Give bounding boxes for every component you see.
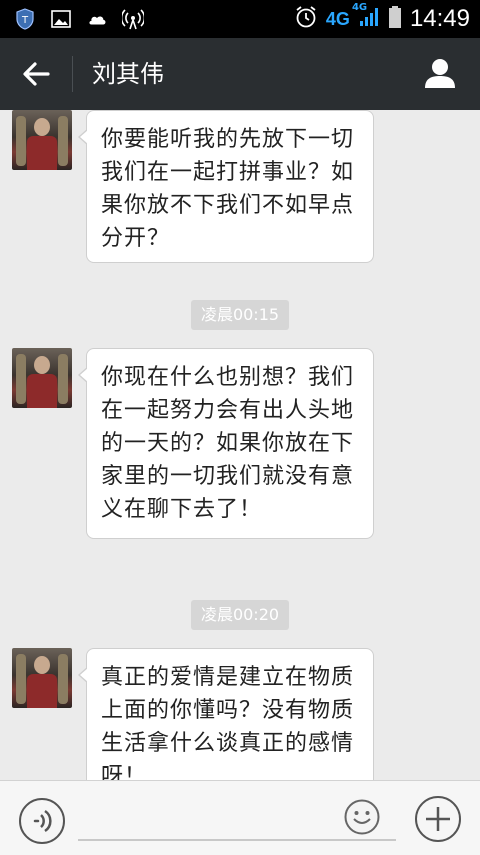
person-icon[interactable] bbox=[422, 55, 458, 91]
message-timestamp: 凌晨00:20 bbox=[191, 600, 289, 630]
message-bubble[interactable]: 你要能听我的先放下一切我们在一起打拼事业？如果你放不下我们不如早点分开？ bbox=[78, 110, 374, 263]
avatar[interactable] bbox=[12, 110, 72, 170]
chat-header: 刘其伟 bbox=[0, 38, 480, 110]
back-arrow-icon[interactable] bbox=[18, 56, 54, 92]
status-bar: T 4G 4G 14:49 bbox=[0, 0, 480, 38]
svg-text:T: T bbox=[21, 15, 29, 26]
alarm-icon bbox=[294, 5, 318, 33]
network-type-small: 4G bbox=[351, 2, 368, 13]
message-bubble[interactable]: 真正的爱情是建立在物质上面的你懂吗？没有物质生活拿什么谈真正的感情呀！ bbox=[78, 648, 374, 780]
avatar[interactable] bbox=[12, 648, 72, 708]
plus-icon[interactable] bbox=[414, 795, 462, 843]
shield-icon: T bbox=[14, 8, 36, 30]
hotspot-icon bbox=[122, 8, 144, 30]
message-bubble[interactable]: 你现在什么也别想？我们在一起努力会有出人头地的一天的？如果你放在下家里的一切我们… bbox=[78, 348, 374, 539]
cloud-icon bbox=[86, 8, 108, 30]
avatar[interactable] bbox=[12, 348, 72, 408]
message-timestamp: 凌晨00:15 bbox=[191, 300, 289, 330]
chat-title: 刘其伟 bbox=[92, 60, 164, 88]
message-list[interactable]: 你要能听我的先放下一切我们在一起打拼事业？如果你放不下我们不如早点分开？ 凌晨0… bbox=[0, 110, 480, 780]
emoji-icon[interactable] bbox=[344, 799, 380, 835]
clock: 14:49 bbox=[409, 5, 470, 32]
voice-icon[interactable] bbox=[18, 797, 66, 845]
signal-icon: 4G bbox=[352, 2, 380, 32]
input-bar bbox=[0, 780, 480, 855]
header-divider bbox=[72, 56, 73, 92]
network-type: 4G bbox=[325, 8, 350, 29]
image-icon bbox=[50, 8, 72, 30]
battery-icon bbox=[388, 5, 402, 33]
